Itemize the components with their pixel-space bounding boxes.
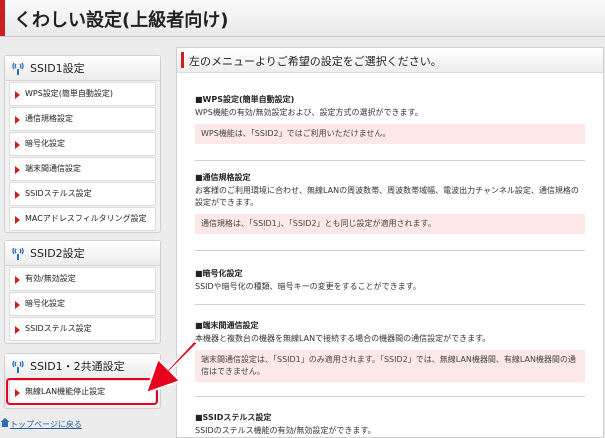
sidebar-item-stealth-2[interactable]: SSIDステルス設定	[9, 317, 156, 341]
back-to-top-link[interactable]: トップページに戻る	[10, 419, 82, 430]
section-desc: 本機器と複数台の機器を無線LANで接続する場合の機器間の通信設定ができます。	[195, 334, 491, 343]
header-accent	[0, 0, 5, 36]
sidebar-item-label: WPS設定(簡単自動設定)	[25, 89, 114, 98]
main-heading: 左のメニューよりご希望の設定をご選択ください。	[177, 48, 603, 73]
wifi-icon	[12, 62, 24, 75]
section-note: 通信規格は、「SSID1」、「SSID2」とも同じ設定が適用されます。	[195, 214, 585, 234]
wifi-icon	[12, 247, 24, 260]
page-title: くわしい設定(上級者向け)	[14, 10, 229, 31]
sidebar-group-ssid2: SSID2設定 有効/無効設定 暗号化設定 SSIDステルス設定	[4, 240, 161, 344]
section-title: ■端末間通信設定	[195, 321, 259, 330]
divider	[195, 250, 585, 251]
sidebar-heading-common: SSID1・2共通設定	[5, 354, 160, 379]
sidebar-heading-label: SSID2設定	[30, 247, 85, 260]
sidebar-heading-ssid1: SSID1設定	[5, 56, 160, 81]
sidebar-item-mac-filter[interactable]: MACアドレスフィルタリング設定	[9, 207, 156, 231]
section-desc: WPS機能の有効/無効設定および、設定方式の選択ができます。	[195, 108, 423, 117]
sidebar-heading-label: SSID1設定	[30, 62, 85, 75]
sidebar-item-label: 有効/無効設定	[25, 274, 76, 283]
section-inter-device: ■端末間通信設定 本機器と複数台の機器を無線LANで接続する場合の機器間の通信設…	[195, 320, 585, 382]
section-encryption: ■暗号化設定 SSIDや暗号化の種類、暗号キーの変更をすることができます。	[195, 268, 585, 293]
sidebar-heading-ssid2: SSID2設定	[5, 241, 160, 266]
sidebar-item-label: 暗号化設定	[25, 299, 65, 308]
sidebar-item-standard[interactable]: 通信規格設定	[9, 107, 156, 131]
sidebar-group-ssid1: SSID1設定 WPS設定(簡単自動設定) 通信規格設定 暗号化設定 端末間通信…	[4, 55, 161, 233]
section-desc: お客様のご利用環境に合わせ、無線LANの周波数帯、周波数帯域幅、電波出力チャンネ…	[195, 186, 579, 207]
home-icon	[0, 418, 10, 427]
sidebar-item-inter-device[interactable]: 端末間通信設定	[9, 157, 156, 181]
heading-accent	[181, 52, 184, 68]
divider	[195, 396, 585, 397]
arrow-right-icon	[15, 276, 20, 284]
main-heading-label: 左のメニューよりご希望の設定をご選択ください。	[189, 55, 442, 68]
divider	[195, 160, 585, 161]
highlight-outline	[6, 378, 158, 405]
arrow-right-icon	[15, 216, 20, 224]
divider	[195, 304, 585, 305]
sidebar-item-enable[interactable]: 有効/無効設定	[9, 267, 156, 291]
section-title: ■暗号化設定	[195, 269, 243, 278]
sidebar-item-label: 暗号化設定	[25, 139, 65, 148]
sidebar-item-label: SSIDステルス設定	[25, 324, 92, 333]
sidebar-item-encryption[interactable]: 暗号化設定	[9, 132, 156, 156]
section-desc: SSIDのステルス機能の有効/無効設定ができます。	[195, 426, 376, 435]
wifi-icon	[12, 360, 24, 373]
section-standard: ■通信規格設定 お客様のご利用環境に合わせ、無線LANの周波数帯、周波数帯域幅、…	[195, 172, 585, 234]
arrow-right-icon	[15, 166, 20, 174]
sidebar-item-wps[interactable]: WPS設定(簡単自動設定)	[9, 82, 156, 106]
sidebar-item-label: MACアドレスフィルタリング設定	[25, 214, 147, 223]
arrow-right-icon	[15, 116, 20, 124]
section-title: ■通信規格設定	[195, 173, 251, 182]
sidebar-item-label: 端末間通信設定	[25, 164, 81, 173]
section-note: 端末間通信設定は、「SSID1」のみ適用されます。「SSID2」では、無線LAN…	[195, 350, 585, 382]
arrow-right-icon	[15, 91, 20, 99]
sidebar-item-label: 通信規格設定	[25, 114, 73, 123]
pointer-arrow-icon	[144, 339, 200, 395]
main-panel: 左のメニューよりご希望の設定をご選択ください。 ■WPS設定(簡単自動設定) W…	[176, 47, 604, 438]
sidebar-item-encryption-2[interactable]: 暗号化設定	[9, 292, 156, 316]
section-wps: ■WPS設定(簡単自動設定) WPS機能の有効/無効設定および、設定方式の選択が…	[195, 94, 585, 144]
page-header: くわしい設定(上級者向け)	[0, 0, 605, 37]
arrow-right-icon	[15, 141, 20, 149]
section-desc: SSIDや暗号化の種類、暗号キーの変更をすることができます。	[195, 282, 421, 291]
section-stealth: ■SSIDステルス設定 SSIDのステルス機能の有効/無効設定ができます。	[195, 412, 585, 437]
section-title: ■SSIDステルス設定	[195, 413, 272, 422]
arrow-right-icon	[15, 191, 20, 199]
sidebar-heading-label: SSID1・2共通設定	[30, 360, 125, 373]
arrow-right-icon	[15, 326, 20, 334]
arrow-right-icon	[15, 301, 20, 309]
sidebar-item-stealth[interactable]: SSIDステルス設定	[9, 182, 156, 206]
section-note: WPS機能は、「SSID2」ではご利用いただけません。	[195, 124, 585, 144]
sidebar-item-label: SSIDステルス設定	[25, 189, 92, 198]
section-title: ■WPS設定(簡単自動設定)	[195, 95, 295, 104]
